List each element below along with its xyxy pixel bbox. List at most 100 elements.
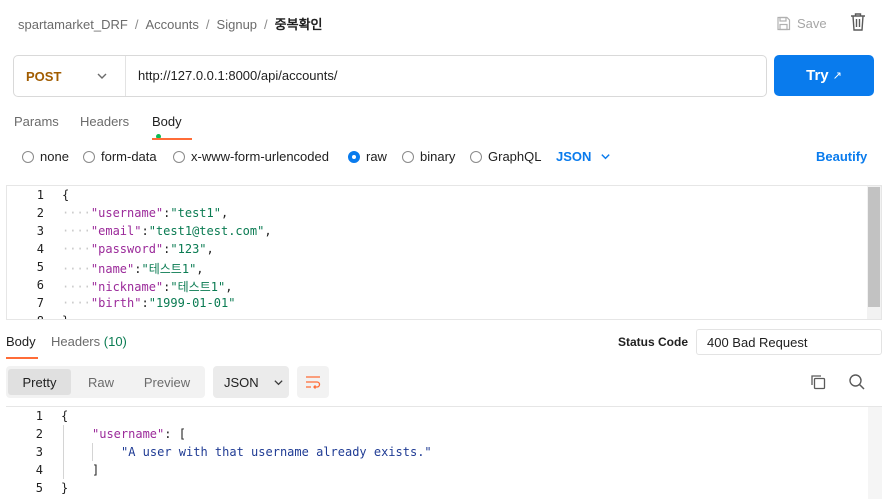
json-value: "1999-01-01" — [148, 296, 236, 310]
headers-count: (10) — [103, 334, 127, 349]
status-code-value: 400 Bad Request — [696, 329, 882, 355]
code-line: ····"password":"123", — [62, 242, 214, 256]
try-label: Try — [806, 67, 829, 84]
line-number: 3 — [36, 224, 44, 238]
editor-scrollbar[interactable] — [867, 186, 881, 319]
json-comma: , — [196, 262, 204, 276]
breadcrumb-separator: / — [264, 17, 268, 32]
response-body-viewer[interactable]: 1 2 3 4 5 { "username": [ "A user with t… — [6, 406, 882, 499]
line-number: 6 — [36, 278, 44, 292]
json-bracket: : [ — [164, 427, 186, 441]
json-comma: , — [220, 206, 229, 220]
view-pretty-button[interactable]: Pretty — [8, 369, 71, 395]
line-number: 5 — [35, 481, 43, 495]
line-number: 5 — [36, 260, 44, 274]
method-label: POST — [26, 68, 62, 84]
breadcrumb-separator: / — [205, 17, 210, 32]
beautify-button[interactable]: Beautify — [816, 149, 867, 164]
body-format-label: JSON — [556, 149, 592, 164]
radio-graphql[interactable]: GraphQL — [470, 149, 541, 164]
code-line: ····"name":"테스트1", — [62, 262, 204, 276]
url-input[interactable]: http://127.0.0.1:8000/api/accounts/ — [138, 68, 337, 83]
try-button[interactable]: Try ↗ — [774, 55, 874, 96]
response-format-select[interactable]: JSON — [213, 366, 289, 398]
view-raw-button[interactable]: Raw — [74, 369, 128, 395]
indent-dots: ···· — [62, 206, 91, 220]
radio-circle — [402, 150, 414, 163]
line-number: 2 — [35, 427, 43, 441]
json-key: "username" — [90, 206, 164, 220]
radio-x-www-form-urlencoded[interactable]: x-www-form-urlencoded — [173, 149, 329, 164]
indent-dots: ···· — [62, 262, 91, 276]
json-value: "123" — [170, 242, 207, 256]
search-icon[interactable] — [848, 373, 866, 391]
radio-circle — [173, 150, 185, 163]
trash-icon[interactable] — [849, 12, 867, 32]
body-format-select[interactable]: JSON — [556, 149, 611, 164]
tab-params[interactable]: Params — [14, 114, 59, 129]
top-bar: spartamarket_DRF / Accounts / Signup / 중복확인 Sa… — [0, 0, 894, 44]
indent-dots: ···· — [62, 296, 91, 310]
tab-body-label: Body — [152, 114, 182, 129]
indent-dots: ···· — [62, 242, 91, 256]
radio-none[interactable]: none — [22, 149, 69, 164]
indent-dots: ···· — [62, 224, 91, 238]
json-key: "birth" — [90, 296, 142, 310]
request-body-editor[interactable]: 1 2 3 4 5 6 7 8 { ····"username":"test1"… — [6, 185, 882, 320]
url-bar: POST http://127.0.0.1:8000/api/accounts/ — [13, 55, 767, 97]
line-number: 1 — [36, 188, 44, 202]
code-line: { — [61, 409, 69, 423]
line-number: 2 — [36, 206, 44, 220]
code-line: ] — [92, 463, 100, 477]
json-value: "test1@test.com" — [148, 224, 265, 238]
indent-guide — [63, 425, 64, 479]
copy-icon[interactable] — [809, 373, 827, 391]
method-select[interactable]: POST — [14, 56, 126, 96]
json-comma: , — [264, 224, 272, 238]
radio-label: binary — [420, 149, 456, 164]
indent-dots: ···· — [62, 280, 91, 294]
json-key: "nickname" — [90, 280, 164, 294]
breadcrumb-folder-signup[interactable]: Signup — [217, 17, 257, 32]
json-key: "username" — [92, 427, 165, 441]
external-arrow-icon: ↗ — [832, 70, 842, 82]
body-indicator-dot — [156, 134, 161, 139]
breadcrumb-collection[interactable]: spartamarket_DRF — [18, 17, 128, 32]
radio-binary[interactable]: binary — [402, 149, 455, 164]
save-button[interactable]: Save — [776, 12, 827, 34]
request-name[interactable]: 중복확인 — [275, 14, 323, 33]
radio-label: x-www-form-urlencoded — [191, 149, 329, 164]
radio-label: none — [40, 149, 69, 164]
json-value: "테스트1" — [141, 262, 197, 276]
tab-body[interactable]: Body — [152, 114, 192, 144]
save-icon — [777, 16, 791, 30]
radio-raw[interactable]: raw — [348, 149, 387, 164]
code-line: "A user with that username already exist… — [121, 445, 432, 459]
breadcrumb-folder-accounts[interactable]: Accounts — [145, 17, 198, 32]
response-tab-body[interactable]: Body — [6, 334, 38, 359]
line-number: 1 — [35, 409, 43, 423]
status-code-label: Status Code — [618, 335, 689, 349]
radio-circle-selected — [348, 150, 360, 163]
radio-circle — [22, 150, 34, 163]
tab-headers[interactable]: Headers — [80, 114, 129, 129]
line-gutter: 1 2 3 4 5 6 7 8 — [7, 186, 55, 319]
chevron-down-icon — [274, 379, 283, 385]
radio-label: raw — [366, 149, 387, 164]
scrollbar-thumb[interactable] — [868, 187, 880, 307]
radio-circle — [83, 150, 95, 163]
response-view-mode: Pretty Raw Preview — [6, 366, 205, 398]
indent-guide — [92, 443, 93, 461]
code-line: ····"email":"test1@test.com", — [62, 224, 272, 238]
wrap-lines-icon — [306, 376, 321, 389]
json-comma: , — [206, 242, 214, 256]
radio-label: GraphQL — [488, 149, 542, 164]
view-preview-button[interactable]: Preview — [132, 369, 202, 395]
code-line: ····"nickname":"테스트1", — [62, 280, 233, 294]
response-tab-headers[interactable]: Headers (10) — [51, 334, 127, 349]
radio-form-data[interactable]: form-data — [83, 149, 157, 164]
code-line: { — [62, 188, 70, 202]
line-number: 4 — [35, 463, 43, 477]
response-scrollbar[interactable] — [868, 407, 882, 499]
wrap-lines-button[interactable] — [297, 366, 329, 398]
